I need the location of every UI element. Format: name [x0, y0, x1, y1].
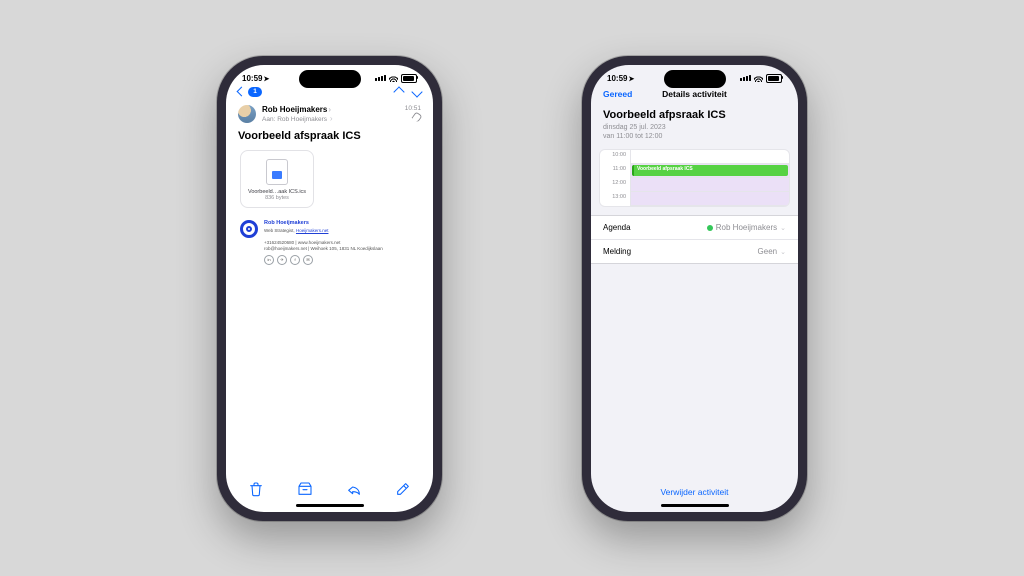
- location-icon: ➤: [628, 76, 634, 83]
- hour-label: 10:00: [600, 150, 631, 164]
- signature-domain[interactable]: Hoeijmakers.net: [296, 228, 329, 233]
- mail-screen: 10:59➤ 1: [226, 65, 433, 512]
- prev-message-button[interactable]: [393, 86, 404, 97]
- wifi-icon: [389, 75, 398, 82]
- settings-list: Agenda Rob Hoeijmakers ⌄ Melding Geen ⌄: [591, 215, 798, 264]
- cellular-icon: [740, 75, 751, 81]
- back-button[interactable]: 1: [238, 87, 262, 97]
- unread-badge: 1: [248, 87, 262, 97]
- subject: Voorbeeld afspraak ICS: [226, 126, 433, 150]
- timeline-event[interactable]: Voorbeeld afpsraak ICS: [632, 165, 788, 176]
- attachment-icon: [411, 111, 422, 122]
- mail-toolbar: [226, 473, 433, 503]
- signature-name: Rob Hoeijmakers: [264, 220, 309, 226]
- hour-label: 11:00: [600, 164, 631, 178]
- trash-icon[interactable]: [248, 481, 264, 497]
- home-indicator[interactable]: [296, 504, 364, 507]
- phone-calendar: 10:59➤ Gereed Details activiteit Voorbee…: [582, 56, 807, 521]
- cellular-icon: [375, 75, 386, 81]
- hour-label: 13:00: [600, 192, 631, 206]
- chevron-right-icon: ›: [330, 114, 333, 123]
- event-time: van 11:00 tot 12:00: [603, 132, 786, 141]
- row-value: Geen: [758, 247, 778, 256]
- archive-icon[interactable]: [297, 481, 313, 497]
- wifi-icon: [754, 75, 763, 82]
- home-indicator[interactable]: [661, 504, 729, 507]
- event-date: dinsdag 25 jul. 2023: [603, 123, 786, 132]
- battery-icon: [401, 74, 417, 83]
- nav-title: Details activiteit: [662, 89, 727, 99]
- to-prefix: Aan:: [262, 116, 275, 123]
- signature: Rob Hoeijmakers Web Strategist, Hoeijmak…: [226, 218, 433, 265]
- phone-mail: 10:59➤ 1: [217, 56, 442, 521]
- telegram-icon[interactable]: ✈: [277, 255, 287, 265]
- message-meta: 10:51: [405, 105, 421, 125]
- signature-contact-2: rob@hoeijmakers.net | Weihoek 105, 1831 …: [264, 246, 383, 251]
- attachment-card[interactable]: Voorbeeld…aak ICS.ics 836 bytes: [240, 150, 314, 208]
- signature-role: Web Strategist,: [264, 228, 295, 233]
- status-right: [375, 74, 417, 83]
- avatar: [238, 105, 256, 123]
- location-icon: ➤: [263, 76, 269, 83]
- mail-icon[interactable]: ✉: [303, 255, 313, 265]
- attachment-size: 836 bytes: [245, 195, 309, 201]
- compose-icon[interactable]: [395, 481, 411, 497]
- reply-icon[interactable]: [346, 481, 362, 497]
- chevron-left-icon: [237, 87, 247, 97]
- social-row: in ✈ f ✉: [264, 255, 383, 265]
- status-right: [740, 74, 782, 83]
- timeline[interactable]: 10:00 11:00 Voorbeeld afpsraak ICS 12:00…: [599, 149, 790, 207]
- logo-icon: [240, 220, 258, 238]
- delete-activity-button[interactable]: Verwijder activiteit: [591, 479, 798, 503]
- picker-icon: ⌄: [780, 248, 786, 256]
- sender-row[interactable]: Rob Hoeijmakers› Aan: Rob Hoeijmakers › …: [226, 101, 433, 127]
- status-time: 10:59➤: [607, 74, 634, 83]
- picker-icon: ⌄: [780, 224, 786, 232]
- signature-text: Rob Hoeijmakers Web Strategist, Hoeijmak…: [264, 220, 383, 265]
- row-alert[interactable]: Melding Geen ⌄: [591, 239, 798, 263]
- linkedin-icon[interactable]: in: [264, 255, 274, 265]
- event-title: Voorbeeld afpsraak ICS: [591, 105, 798, 123]
- document-icon: [266, 159, 288, 185]
- calendar-color-icon: [707, 225, 713, 231]
- to-name: Rob Hoeijmakers: [277, 116, 327, 123]
- next-message-button[interactable]: [411, 86, 422, 97]
- sender-name: Rob Hoeijmakers: [262, 105, 327, 114]
- done-button[interactable]: Gereed: [603, 89, 632, 99]
- row-agenda[interactable]: Agenda Rob Hoeijmakers ⌄: [591, 216, 798, 239]
- row-value: Rob Hoeijmakers: [716, 223, 777, 232]
- chevron-right-icon: ›: [328, 105, 331, 114]
- hour-label: 12:00: [600, 178, 631, 192]
- dynamic-island: [299, 70, 361, 88]
- signature-contact-1: +31624520680 | www.hoeijmakers.net: [264, 240, 340, 245]
- status-time: 10:59➤: [242, 74, 269, 83]
- row-label: Melding: [603, 247, 631, 256]
- message-time: 10:51: [405, 105, 421, 113]
- prev-next-group: [395, 88, 421, 96]
- row-label: Agenda: [603, 223, 631, 232]
- facebook-icon[interactable]: f: [290, 255, 300, 265]
- event-meta: dinsdag 25 jul. 2023 van 11:00 tot 12:00: [591, 123, 798, 148]
- stage: 10:59➤ 1: [0, 0, 1024, 576]
- sender-text: Rob Hoeijmakers› Aan: Rob Hoeijmakers ›: [262, 105, 399, 124]
- dynamic-island: [664, 70, 726, 88]
- spacer: [591, 264, 798, 478]
- battery-icon: [766, 74, 782, 83]
- calendar-nav: Gereed Details activiteit: [591, 85, 798, 105]
- calendar-screen: 10:59➤ Gereed Details activiteit Voorbee…: [591, 65, 798, 512]
